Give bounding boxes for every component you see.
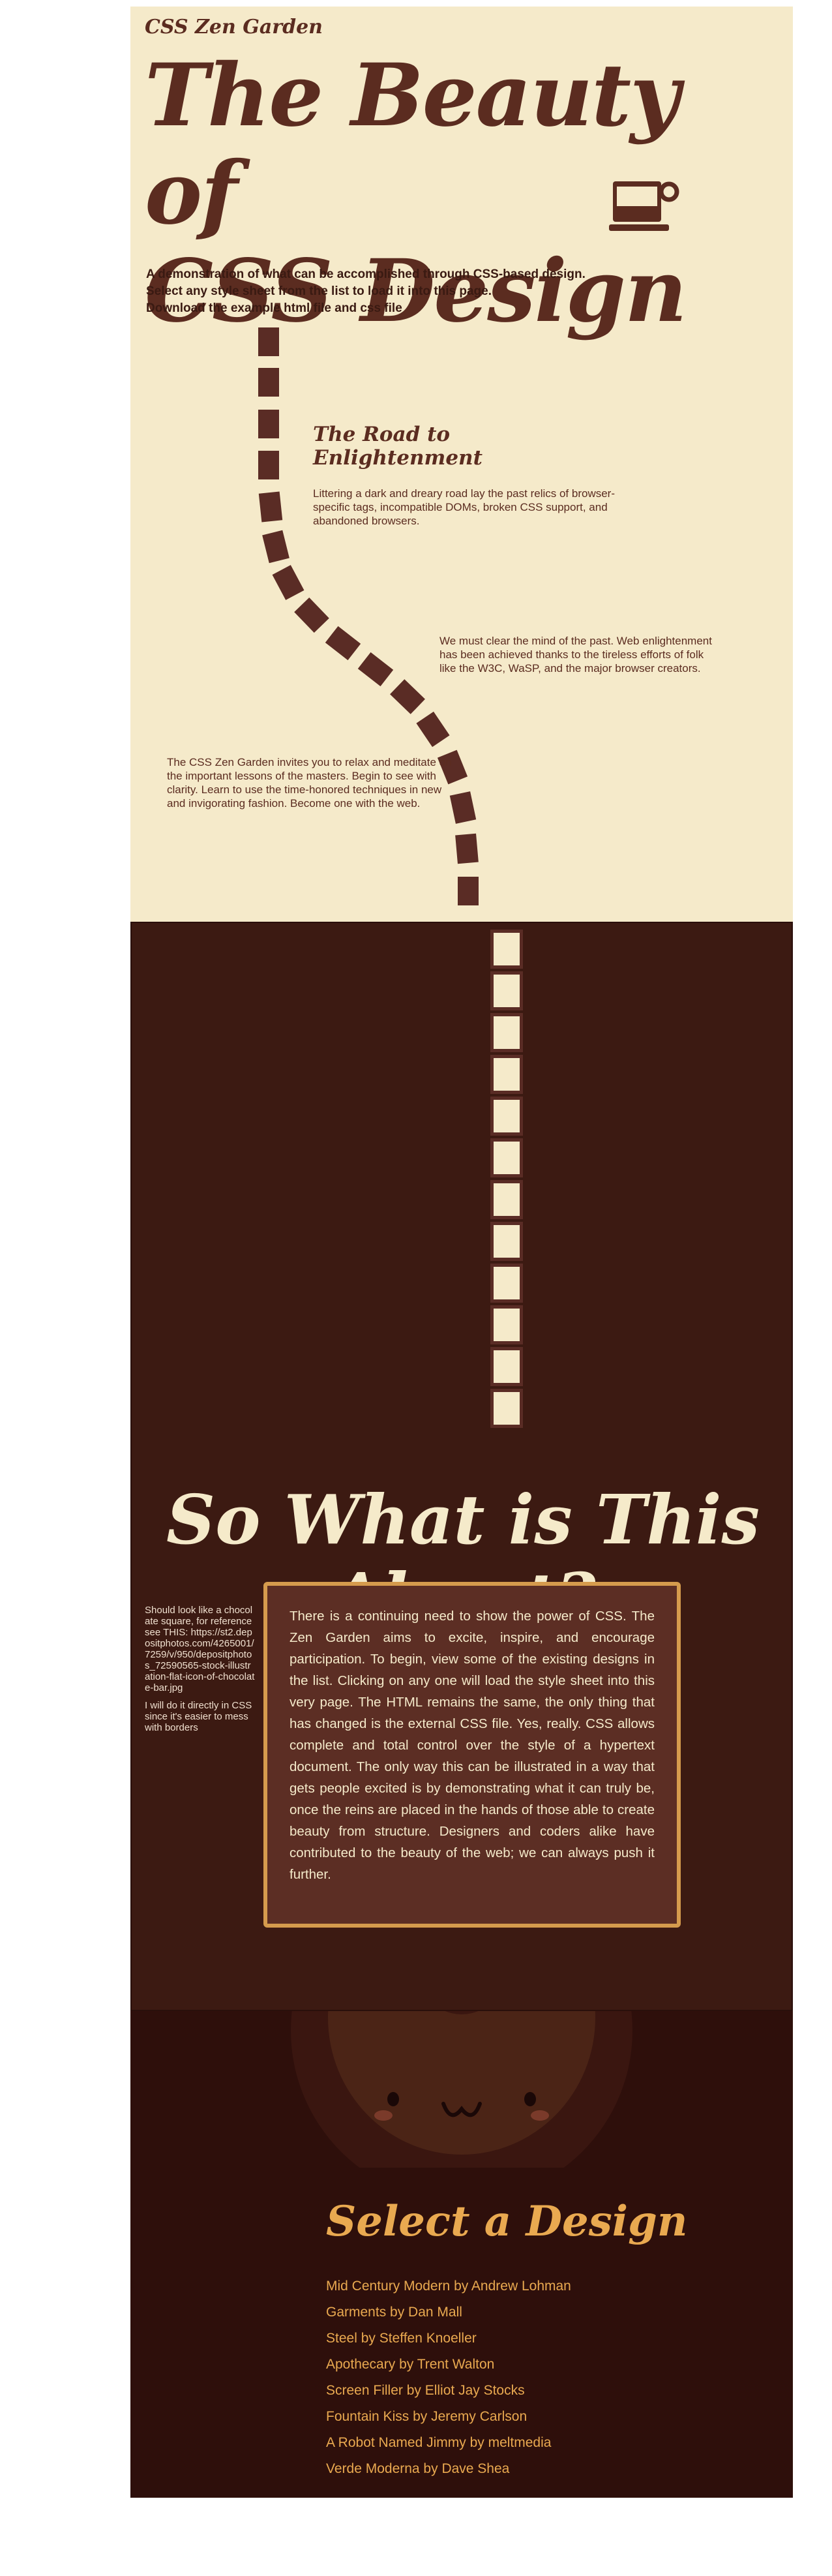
design-selection-section: Select a Design Mid Century Modern by An…	[130, 2011, 793, 2498]
side-note: Should look like a chocolate square, for…	[145, 1605, 256, 1740]
road-block	[490, 1055, 523, 1094]
road-block	[490, 1264, 523, 1303]
road-block	[290, 594, 333, 637]
design-link[interactable]: Apothecary by Trent Walton	[326, 2357, 494, 2372]
road-block	[412, 708, 454, 751]
list-item: Fountain Kiss by Jeremy Carlson	[326, 2404, 571, 2430]
road-block	[490, 1389, 523, 1428]
side-note-2: I will do it directly in CSS since it's …	[145, 1700, 252, 1733]
road-block	[452, 830, 482, 867]
road-block	[256, 448, 282, 482]
road-block	[490, 1305, 523, 1344]
road-block	[256, 407, 282, 441]
list-item: Screen Filler by Elliot Jay Stocks	[326, 2378, 571, 2404]
list-item: Garments by Dan Mall	[326, 2299, 571, 2326]
road-block	[269, 561, 308, 604]
design-link[interactable]: Fountain Kiss by Jeremy Carlson	[326, 2409, 527, 2424]
coffee-cup-icon	[609, 175, 682, 237]
road-heading: The Road to Enlightenment	[313, 423, 483, 470]
summary-line-2: Select any style sheet from the list to …	[146, 284, 492, 298]
summary-line-1: A demonstration of what can be accomplis…	[146, 267, 586, 281]
explanation-box: There is a continuing need to show the p…	[263, 1582, 681, 1928]
road-block	[490, 1138, 523, 1177]
explanation-section: So What is This About? Should look like …	[130, 922, 793, 2011]
road-block	[490, 930, 523, 969]
summary: A demonstration of what can be accomplis…	[146, 266, 707, 317]
design-link[interactable]: A Robot Named Jimmy by meltmedia	[326, 2435, 551, 2450]
summary-line-3: Download the example html file and css f…	[146, 301, 402, 315]
road-block	[259, 526, 293, 567]
side-note-1: Should look like a chocolate square, for…	[145, 1605, 255, 1693]
road-block	[455, 874, 481, 908]
list-item: Steel by Steffen Knoeller	[326, 2326, 571, 2352]
road-paragraph-3: The CSS Zen Garden invites you to relax …	[167, 756, 452, 810]
select-design-heading: Select a Design	[326, 2197, 688, 2246]
design-list: Mid Century Modern by Andrew Lohman Garm…	[326, 2273, 571, 2482]
explanation-text: There is a continuing need to show the p…	[290, 1609, 655, 1882]
list-item: Verde Moderna by Dave Shea	[326, 2456, 571, 2482]
road-block	[321, 622, 364, 664]
design-link[interactable]: Garments by Dan Mall	[326, 2305, 462, 2320]
list-item: Apothecary by Trent Walton	[326, 2352, 571, 2378]
smiling-face-icon	[289, 2011, 634, 2202]
road-block	[256, 325, 282, 359]
design-link[interactable]: Mid Century Modern by Andrew Lohman	[326, 2279, 571, 2294]
design-link[interactable]: Steel by Steffen Knoeller	[326, 2331, 477, 2346]
design-link[interactable]: Verde Moderna by Dave Shea	[326, 2461, 509, 2476]
intro-section: CSS Zen Garden The Beauty of CSS Design …	[130, 7, 793, 922]
road-paragraph-1: Littering a dark and dreary road lay the…	[313, 487, 616, 527]
road-block	[490, 1347, 523, 1386]
road-block	[490, 1097, 523, 1136]
list-item: Mid Century Modern by Andrew Lohman	[326, 2273, 571, 2299]
list-item: A Robot Named Jimmy by meltmedia	[326, 2430, 571, 2456]
road-block	[490, 1180, 523, 1219]
road-block	[256, 489, 286, 525]
road-block	[256, 365, 282, 399]
road-block	[354, 648, 397, 690]
road-block	[490, 971, 523, 1010]
title-line-1: The Beauty of	[145, 45, 680, 244]
design-link[interactable]: Screen Filler by Elliot Jay Stocks	[326, 2383, 525, 2398]
road-block	[490, 1222, 523, 1261]
site-name: CSS Zen Garden	[145, 16, 323, 38]
road-paragraph-2: We must clear the mind of the past. Web …	[439, 635, 712, 674]
page-wrapper: CSS Zen Garden The Beauty of CSS Design …	[130, 0, 793, 2576]
road-block	[386, 675, 429, 718]
road-block	[490, 1013, 523, 1052]
